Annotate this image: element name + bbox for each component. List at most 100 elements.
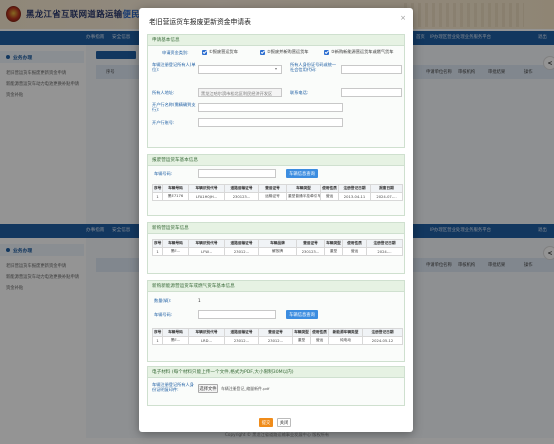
basic-info-head: 申请基本信息 — [148, 35, 404, 46]
th: 营运证号 — [296, 239, 325, 248]
fund-type-option-new-energy[interactable]: ③新购新能源营运货车或燃气货车 — [324, 49, 393, 55]
table-header-row: 序号 车辆号码 车辆识别代号 道路运输证号 车辆品牌 营运证号 车辆类型 使用性… — [152, 239, 403, 248]
cell: 23012... — [224, 247, 259, 256]
new-energy-table: 序号 车辆号码 车辆识别代号 道路运输证号 营运证号 车辆类型 使用性质 新能源… — [152, 328, 403, 345]
th: 注册登记日期 — [362, 328, 403, 337]
th: 车辆号码 — [162, 184, 189, 193]
th: 车辆类型 — [292, 328, 311, 337]
table-header-row: 序号 车辆号码 车辆识别代号 道路运输证号 营运证号 车辆类型 使用性质 新能源… — [152, 328, 403, 337]
count-label: 数量(辆): — [154, 298, 172, 303]
option-label: ③新购新能源营运货车或燃气货车 — [331, 49, 394, 54]
cell: 1 — [152, 336, 163, 345]
bank-name-label: 开户行名称(需精确到支行): — [152, 102, 196, 113]
option-label: ①报废营运货车 — [209, 49, 238, 54]
th: 使用性质 — [320, 184, 339, 193]
scrap-plate-label: 车辆号码: — [154, 171, 173, 176]
cell: 23012... — [224, 336, 259, 345]
cell: 营运 — [320, 192, 339, 201]
cell: 1 — [152, 192, 163, 201]
checkbox-checked-icon — [202, 49, 207, 55]
cell: 营运 — [342, 247, 367, 256]
owner-address-label: 所有人地址: — [152, 90, 175, 95]
cell: 230123... — [224, 192, 259, 201]
new-vehicle-table: 序号 车辆号码 车辆识别代号 道路运输证号 车辆品牌 营运证号 车辆类型 使用性… — [152, 239, 403, 256]
cell: 重型 — [324, 247, 343, 256]
attachments-panel: 电子材料 (每个材料只能上传一个文件,格式为PDF,大小限制30M以内) 车辆注… — [147, 366, 405, 406]
th: 道路运输证号 — [224, 239, 259, 248]
cell: 2024-05-12 — [362, 336, 403, 345]
cell: 解放牌 — [258, 247, 297, 256]
th: 车辆类型 — [286, 184, 321, 193]
th: 道路运输证号 — [224, 328, 259, 337]
th: 车辆识别代号 — [188, 184, 225, 193]
cell: 营运 — [310, 336, 329, 345]
scrap-query-button[interactable]: 车辆信息查询 — [286, 169, 318, 178]
th: 使用性质 — [310, 328, 329, 337]
fund-type-option-scrap[interactable]: ①报废营运货车 — [202, 49, 238, 55]
cell: 黑E... — [162, 247, 189, 256]
th: 道路运输证号 — [224, 184, 259, 193]
cell: 重型普通半挂牵引车 — [286, 192, 321, 201]
ev-query-button[interactable]: 车辆信息查询 — [286, 310, 318, 319]
owner-unit-select[interactable] — [198, 65, 282, 74]
modal-title: 老旧营运货车报废更新资金申请表 — [149, 18, 251, 26]
cell: 黑E... — [162, 336, 189, 345]
th: 营运证号 — [258, 328, 293, 337]
cell: 重型 — [292, 336, 311, 345]
new-energy-head: 新购新能源营运货车或燃气货车基本信息 — [148, 281, 404, 292]
th: 车辆类型 — [324, 239, 343, 248]
fund-type-option-scrap-new[interactable]: ②报废并新购营运货车 — [260, 49, 308, 55]
close-icon[interactable]: × — [400, 14, 406, 22]
th: 使用性质 — [342, 239, 367, 248]
close-button[interactable]: 关闭 — [277, 418, 291, 427]
basic-info-panel: 申请基本信息 申请资金类别: ①报废营运货车 ②报废并新购营运货车 ③新购新能源… — [147, 34, 405, 148]
table-row: 1 黑E... LFW... 23012... 解放牌 230123... 重型… — [152, 247, 403, 256]
cell: 2024-... — [366, 247, 403, 256]
cell: 运输证号 — [258, 192, 287, 201]
scrap-vehicle-head: 报废营运货车基本信息 — [148, 155, 404, 166]
cell: 2024-07-... — [370, 192, 403, 201]
checkbox-checked-icon — [324, 49, 329, 55]
cell: 纯电动 — [328, 336, 363, 345]
cell: LFW... — [188, 247, 225, 256]
cell: LRD... — [188, 336, 225, 345]
new-energy-vehicle-panel: 新购新能源营运货车或燃气货车基本信息 数量(辆): 1 车辆号码: 车辆信息查询… — [147, 280, 405, 362]
table-header-row: 序号 车辆号码 车辆识别代号 道路运输证号 营运证号 车辆类型 使用性质 注册登… — [152, 184, 403, 193]
cell: 230123... — [296, 247, 325, 256]
credit-code-input[interactable] — [341, 65, 402, 74]
th: 报废日期 — [370, 184, 403, 193]
scrap-vehicle-panel: 报废营运货车基本信息 车辆号码: 车辆信息查询 序号 车辆号码 车辆识别代号 道… — [147, 154, 405, 216]
cell: 1 — [152, 247, 163, 256]
th: 车辆识别代号 — [188, 328, 225, 337]
scrap-vehicle-table: 序号 车辆号码 车辆识别代号 道路运输证号 营运证号 车辆类型 使用性质 注册登… — [152, 184, 403, 201]
cell: LFA1H0JH... — [188, 192, 225, 201]
option-label: ②报废并新购营运货车 — [267, 49, 309, 54]
th: 注册登记日期 — [366, 239, 403, 248]
choose-file-button[interactable]: 选择文件 — [198, 384, 218, 393]
table-row: 1 黑E7176 LFA1H0JH... 230123... 运输证号 重型普通… — [152, 192, 403, 201]
th: 车辆号码 — [162, 239, 189, 248]
th: 营运证号 — [258, 184, 287, 193]
th: 序号 — [152, 239, 163, 248]
modal-body: 申请基本信息 申请资金类别: ①报废营运货车 ②报废并新购营运货车 ③新购新能源… — [147, 34, 405, 406]
th: 序号 — [152, 184, 163, 193]
checkbox-checked-icon — [260, 49, 265, 55]
owner-address-input[interactable]: 黑龙江哈尔滨市松北区利民经济开发区 — [198, 88, 282, 97]
cell: 2013-04-11 — [338, 192, 371, 201]
attachments-head: 电子材料 (每个材料只能上传一个文件,格式为PDF,大小限制30M以内) — [148, 367, 404, 378]
th: 车辆识别代号 — [188, 239, 225, 248]
phone-input[interactable] — [341, 88, 402, 97]
new-vehicle-head: 新购营运货车信息 — [148, 223, 404, 234]
table-row: 1 黑E... LRD... 23012... 23012... 重型 营运 纯… — [152, 336, 403, 345]
ev-plate-label: 车辆号码: — [154, 312, 173, 317]
submit-button[interactable]: 提交 — [259, 418, 273, 427]
ev-plate-input[interactable] — [198, 310, 276, 319]
id-proof-label: 车辆注册登记所有人身份证明复印件: — [152, 382, 194, 393]
th: 注册登记日期 — [338, 184, 371, 193]
bank-account-input[interactable] — [198, 118, 343, 127]
scrap-plate-input[interactable] — [198, 169, 276, 178]
cell: 23012... — [258, 336, 293, 345]
credit-code-label: 所有人身份证号码或统一社会信用代码: — [290, 62, 337, 73]
bank-name-input[interactable] — [198, 103, 343, 112]
bank-account-label: 开户行账号: — [152, 120, 175, 125]
